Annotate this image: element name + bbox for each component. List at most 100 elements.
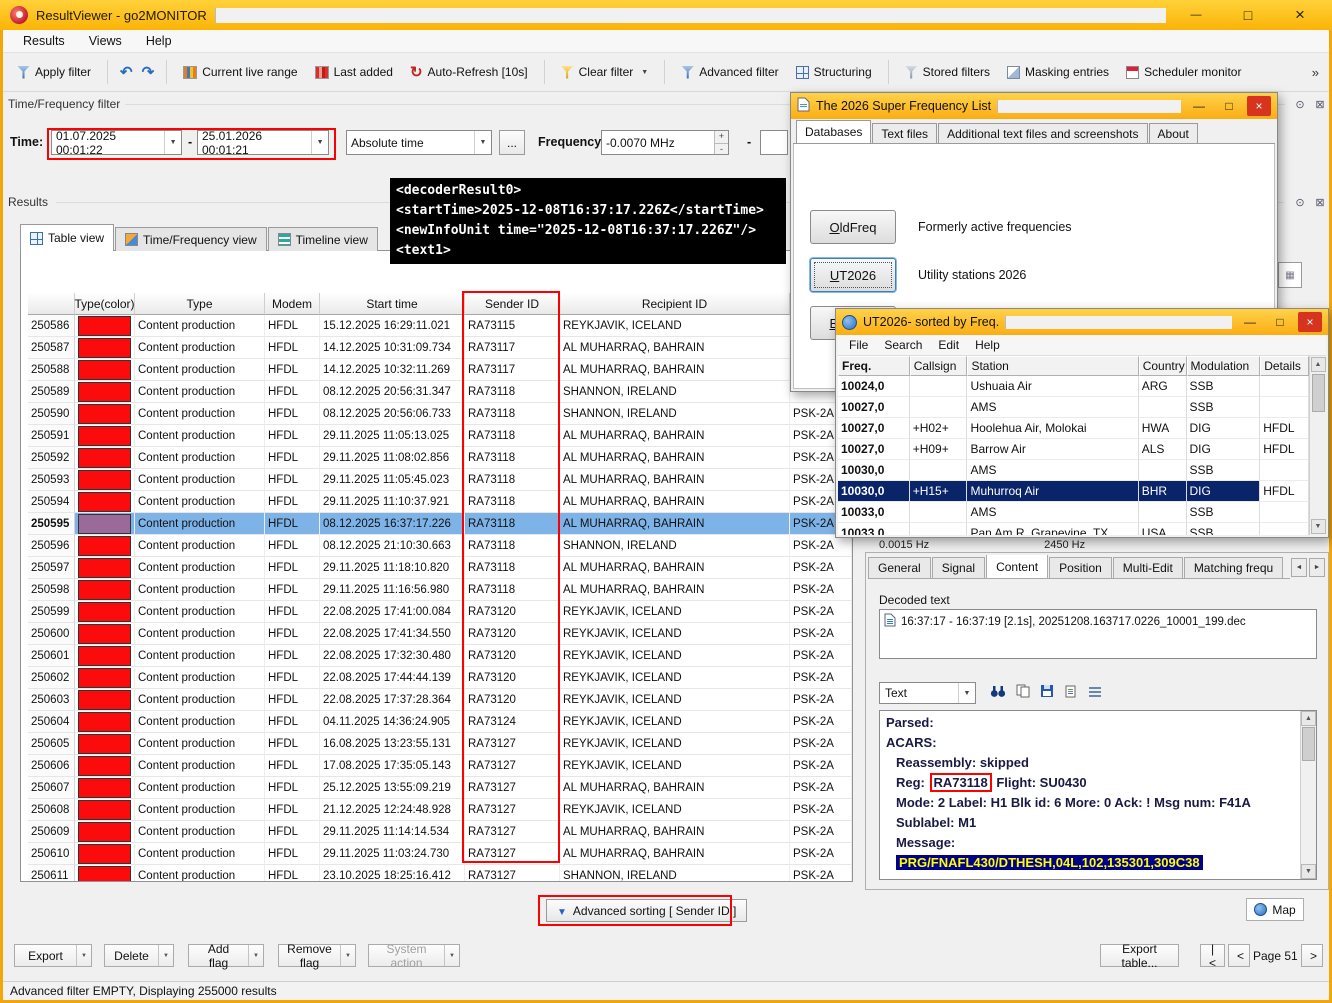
cell-type-color[interactable] [75,733,135,755]
cell-id[interactable]: 250600 [28,623,75,645]
cell-type-color[interactable] [75,601,135,623]
cell-modulation[interactable]: PSK-2A [790,623,852,645]
cell-type[interactable]: Content production [135,491,265,513]
cell-recipient-id[interactable]: AL MUHARRAQ, BAHRAIN [560,821,790,843]
cell-id[interactable]: 250602 [28,667,75,689]
binoculars-icon[interactable] [990,684,1006,703]
scrollbar-thumb[interactable] [1302,727,1315,761]
cell-type-color[interactable] [75,381,135,403]
cell-start-time[interactable]: 29.11.2025 11:10:37.921 [320,491,465,513]
cell-type-color[interactable] [75,359,135,381]
cell-recipient-id[interactable]: REYKJAVIK, ICELAND [560,733,790,755]
chevron-down-icon[interactable] [311,131,328,154]
delete-button[interactable]: Delete [104,944,174,967]
cell-type-color[interactable] [75,799,135,821]
last-added-button[interactable]: Last added [311,61,397,83]
cell-type-color[interactable] [75,711,135,733]
chevron-down-icon[interactable] [474,131,491,154]
cell-modulation[interactable]: PSK-2A [790,733,852,755]
cell-modulation[interactable]: PSK-2A [790,535,852,557]
maximize-button[interactable]: □ [1268,312,1292,332]
detail-tab-position[interactable]: Position [1049,557,1112,578]
cell-type-color[interactable] [75,689,135,711]
nav-next-button[interactable]: > [1301,944,1323,967]
ut-cell[interactable]: HFDL [1260,418,1309,439]
time-to-input[interactable]: 25.01.2026 00:01:21 [197,130,329,155]
cell-type[interactable]: Content production [135,315,265,337]
ut-cell[interactable]: +H15+ [910,481,968,502]
cell-type-color[interactable] [75,315,135,337]
ut-cell[interactable]: USA [1139,523,1187,535]
cell-recipient-id[interactable]: AL MUHARRAQ, BAHRAIN [560,557,790,579]
cell-modem[interactable]: HFDL [265,799,320,821]
frequency-to-input[interactable] [760,130,788,155]
chevron-down-icon[interactable] [444,945,459,966]
export-button[interactable]: Export [14,944,92,967]
scroll-up-icon[interactable]: ▲ [1301,711,1316,726]
cell-recipient-id[interactable]: REYKJAVIK, ICELAND [560,623,790,645]
cell-start-time[interactable]: 08.12.2025 16:37:17.226 [320,513,465,535]
ut-cell[interactable]: 10033,0 [838,502,910,523]
cell-type[interactable]: Content production [135,359,265,381]
cell-recipient-id[interactable]: SHANNON, IRELAND [560,403,790,425]
scrollbar[interactable]: ▲ ▼ [1309,356,1326,535]
chevron-down-icon[interactable] [76,945,91,966]
advanced-sorting-button[interactable]: Advanced sorting [ Sender ID ] [546,899,747,922]
cell-type-color[interactable] [75,645,135,667]
undo-icon[interactable]: ↶ [120,65,133,80]
cell-start-time[interactable]: 08.12.2025 20:56:31.347 [320,381,465,403]
cell-type-color[interactable] [75,513,135,535]
cell-recipient-id[interactable]: AL MUHARRAQ, BAHRAIN [560,777,790,799]
cell-start-time[interactable]: 22.08.2025 17:44:44.139 [320,667,465,689]
panel-pin-icon[interactable]: ⊙ [1292,97,1308,112]
report-icon[interactable] [1064,684,1078,703]
menu-item-results[interactable]: Results [11,31,77,51]
ut-column-modulation[interactable]: Modulation [1187,356,1261,376]
decoded-file-list[interactable]: 16:37:17 - 16:37:19 [2.1s], 20251208.163… [879,609,1317,659]
ut-cell[interactable] [910,397,968,418]
cell-recipient-id[interactable]: REYKJAVIK, ICELAND [560,755,790,777]
ut-cell[interactable] [910,460,968,481]
cell-id[interactable]: 250593 [28,469,75,491]
ut-cell[interactable]: 10030,0 [838,481,910,502]
cell-recipient-id[interactable]: REYKJAVIK, ICELAND [560,645,790,667]
cell-recipient-id[interactable]: AL MUHARRAQ, BAHRAIN [560,579,790,601]
cell-type-color[interactable] [75,623,135,645]
minimize-button[interactable]: — [1187,96,1211,116]
cell-modulation[interactable]: PSK-2A [790,667,852,689]
close-button[interactable]: × [1298,312,1322,332]
clear-filter-button[interactable]: Clear filter ▼ [557,61,653,83]
cell-type[interactable]: Content production [135,579,265,601]
cell-type[interactable]: Content production [135,623,265,645]
cell-type[interactable]: Content production [135,447,265,469]
table-row[interactable]: 250605Content productionHFDL16.08.2025 1… [28,733,852,755]
table-row[interactable]: 250603Content productionHFDL22.08.2025 1… [28,689,852,711]
background-panel-button[interactable]: ▦ [1278,262,1302,288]
time-mode-select[interactable]: Absolute time [346,130,492,155]
ut-cell[interactable] [1260,460,1309,481]
cell-modem[interactable]: HFDL [265,623,320,645]
cell-start-time[interactable]: 29.11.2025 11:08:02.856 [320,447,465,469]
table-row[interactable]: 250606Content productionHFDL17.08.2025 1… [28,755,852,777]
freqlist-button-ut2026[interactable]: UT2026 [810,258,896,292]
cell-start-time[interactable]: 22.08.2025 17:41:34.550 [320,623,465,645]
cell-sender-id[interactable]: RA73127 [465,777,560,799]
cell-modem[interactable]: HFDL [265,843,320,865]
cell-modulation[interactable]: PSK-2A [790,711,852,733]
system-action-button[interactable]: System action [368,944,460,967]
cell-sender-id[interactable]: RA73127 [465,799,560,821]
cell-id[interactable]: 250592 [28,447,75,469]
table-row[interactable]: 250600 Content productionHFDL22.08.2025 1… [28,623,852,645]
cell-id[interactable]: 250590 [28,403,75,425]
masking-entries-button[interactable]: Masking entries [1003,61,1113,83]
chevron-down-icon[interactable] [164,131,181,154]
cell-modulation[interactable]: PSK-2A [790,843,852,865]
cell-modem[interactable]: HFDL [265,733,320,755]
cell-id[interactable]: 250610 [28,843,75,865]
chevron-down-icon[interactable] [158,945,173,966]
cell-id[interactable]: 250589 [28,381,75,403]
cell-start-time[interactable]: 22.08.2025 17:32:30.480 [320,645,465,667]
ut-cell[interactable]: 10027,0 [838,418,910,439]
cell-sender-id[interactable]: RA73118 [465,535,560,557]
table-row[interactable]: 250607Content productionHFDL25.12.2025 1… [28,777,852,799]
